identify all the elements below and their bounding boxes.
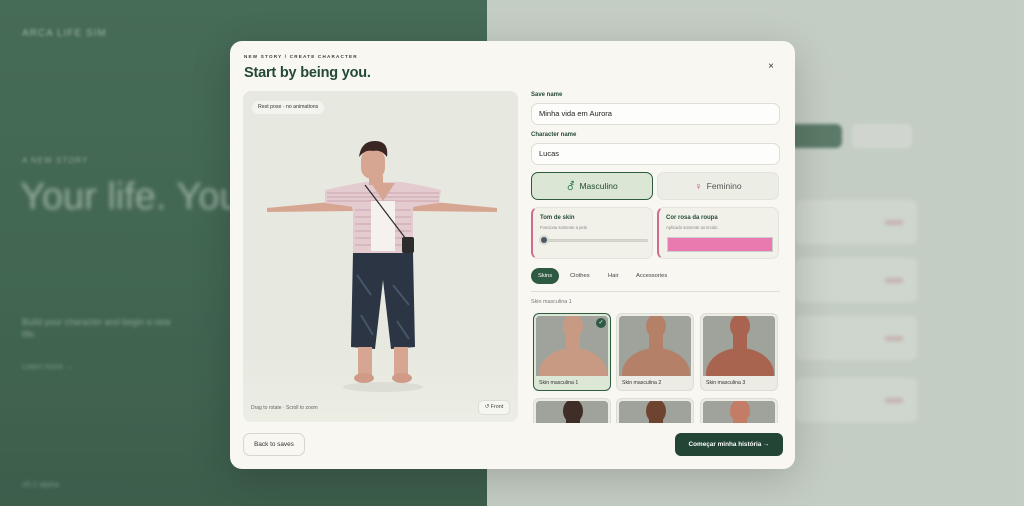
skin-card[interactable]: Skin masculina 3 [700, 313, 778, 391]
shirt-color-panel: Cor rosa da roupa Aplicado somente ao te… [657, 207, 779, 259]
character-name-input[interactable]: Lucas [531, 143, 780, 165]
reset-front-view-button[interactable]: ↺ Front [478, 400, 510, 415]
modal-eyebrow: NEW STORY / CREATE CHARACTER [244, 54, 358, 59]
female-symbol-icon: ♀ [694, 180, 703, 193]
save-name-label: Save name [531, 92, 563, 98]
skin-name: Skin masculina 3 [706, 380, 746, 386]
gender-male-label: Masculino [579, 181, 618, 191]
skin-tone-subtitle: Funciona somente a pele [540, 225, 588, 230]
create-character-modal: NEW STORY / CREATE CHARACTER Start by be… [230, 41, 795, 469]
skin-name: Skin masculina 2 [622, 380, 662, 386]
male-symbol-icon: ⚦ [566, 180, 576, 193]
tab-accessories[interactable]: Accessories [629, 268, 674, 284]
tab-hair[interactable]: Hair [601, 268, 626, 284]
modal-title: Start by being you. [244, 65, 371, 81]
skin-card[interactable] [533, 398, 611, 423]
skin-preview-image [703, 401, 775, 423]
character-3d-viewer[interactable]: Rest pose · no animations Drag to rotate… [243, 91, 518, 422]
gender-female-button[interactable]: ♀ Feminino [657, 172, 779, 200]
skin-card[interactable]: Skin masculina 2 [616, 313, 694, 391]
skin-tone-panel: Tom de skin Funciona somente a pele [531, 207, 653, 259]
gender-male-button[interactable]: ⚦ Masculino [531, 172, 653, 200]
character-avatar [267, 141, 497, 392]
save-name-input[interactable]: Minha vida em Aurora [531, 103, 780, 125]
skin-card[interactable]: ✓ Skin masculina 1 [533, 313, 611, 391]
skin-preview-image [703, 316, 775, 376]
start-story-button[interactable]: Começar minha história → [675, 433, 783, 456]
skin-card[interactable] [616, 398, 694, 423]
tab-skins[interactable]: Skins [531, 268, 560, 284]
gender-female-label: Feminino [706, 181, 742, 191]
shirt-color-title: Cor rosa da roupa [666, 215, 718, 221]
back-to-saves-button[interactable]: Back to saves [243, 433, 305, 456]
pose-status-chip: Rest pose · no animations [252, 101, 325, 114]
viewer-hint: Drag to rotate · Scroll to zoom [251, 405, 318, 411]
character-name-label: Character name [531, 132, 577, 138]
skin-tone-slider-thumb[interactable] [539, 235, 549, 245]
skin-tone-slider[interactable] [542, 239, 648, 242]
skin-card[interactable] [700, 398, 778, 423]
selected-check-icon: ✓ [596, 318, 606, 328]
skins-grid: ✓ Skin masculina 1 Skin masculina 2 Skin… [531, 312, 780, 423]
skin-preview-image [619, 316, 691, 376]
skin-name: Skin masculina 1 [539, 380, 579, 386]
tabs-divider [531, 291, 780, 292]
skin-preview-image [536, 401, 608, 423]
skin-preview-image [619, 401, 691, 423]
skins-section-label: Skin masculina 1 [531, 299, 572, 305]
skin-tone-title: Tom de skin [540, 215, 575, 221]
tab-clothes[interactable]: Clothes [563, 268, 597, 284]
shirt-color-swatch[interactable] [667, 237, 773, 252]
shirt-color-subtitle: Aplicado somente ao tecido [666, 225, 718, 230]
close-icon[interactable]: × [765, 61, 777, 73]
